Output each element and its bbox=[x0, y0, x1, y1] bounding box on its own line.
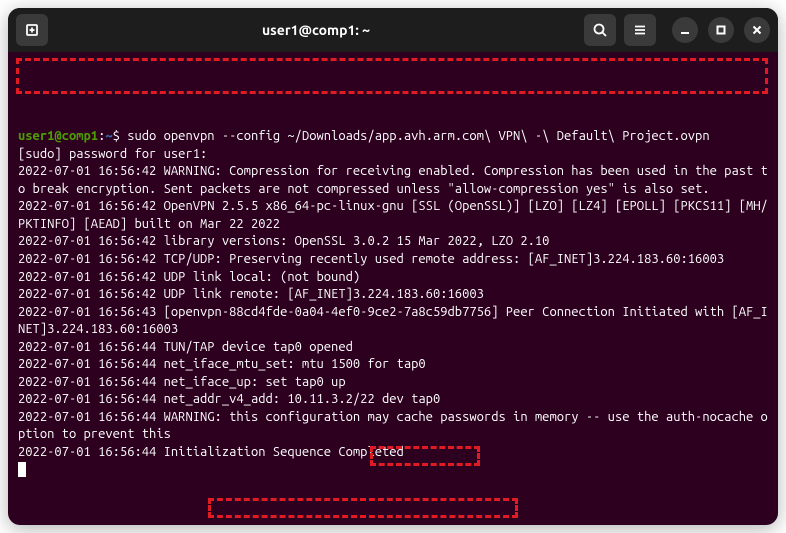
titlebar: user1@comp1: ~ bbox=[8, 8, 778, 52]
output-line: 2022-07-01 16:56:42 library versions: Op… bbox=[18, 234, 549, 248]
cursor bbox=[18, 462, 26, 477]
output-line: 2022-07-01 16:56:44 net_addr_v4_add: 10.… bbox=[18, 392, 440, 406]
menu-button[interactable] bbox=[624, 14, 656, 46]
output-line: 2022-07-01 16:56:42 WARNING: Compression… bbox=[18, 164, 768, 196]
output-line: 2022-07-01 16:56:44 Initialization Seque… bbox=[18, 445, 404, 459]
new-tab-button[interactable] bbox=[16, 14, 48, 46]
output-line: 2022-07-01 16:56:43 [openvpn-88cd4fde-0a… bbox=[18, 305, 768, 337]
command-text: sudo openvpn --config ~/Downloads/app.av… bbox=[127, 129, 709, 143]
prompt-user-host: user1@comp1 bbox=[18, 129, 98, 143]
output-line: [sudo] password for user1: bbox=[18, 147, 207, 161]
minimize-button[interactable] bbox=[672, 17, 698, 43]
maximize-button[interactable] bbox=[708, 17, 734, 43]
terminal-window: user1@comp1: ~ user1@comp1:~$ sudo openv… bbox=[8, 8, 778, 525]
close-button[interactable] bbox=[744, 17, 770, 43]
output-line: 2022-07-01 16:56:42 UDP link local: (not… bbox=[18, 270, 360, 284]
output-line: 2022-07-01 16:56:42 TCP/UDP: Preserving … bbox=[18, 252, 724, 266]
output-line: 2022-07-01 16:56:42 UDP link remote: [AF… bbox=[18, 287, 484, 301]
output-line: 2022-07-01 16:56:42 OpenVPN 2.5.5 x86_64… bbox=[18, 199, 768, 231]
terminal-content[interactable]: user1@comp1:~$ sudo openvpn --config ~/D… bbox=[8, 52, 778, 525]
search-button[interactable] bbox=[584, 14, 616, 46]
output-line: 2022-07-01 16:56:44 net_iface_up: set ta… bbox=[18, 375, 346, 389]
highlight-command bbox=[16, 58, 768, 94]
prompt-path: ~ bbox=[105, 129, 112, 143]
output-line: 2022-07-01 16:56:44 TUN/TAP device tap0 … bbox=[18, 340, 353, 354]
window-title: user1@comp1: ~ bbox=[56, 22, 576, 38]
output-line: 2022-07-01 16:56:44 WARNING: this config… bbox=[18, 410, 768, 442]
highlight-init-complete bbox=[208, 498, 518, 518]
window-controls bbox=[672, 17, 770, 43]
output-line: 2022-07-01 16:56:44 net_iface_mtu_set: m… bbox=[18, 357, 426, 371]
